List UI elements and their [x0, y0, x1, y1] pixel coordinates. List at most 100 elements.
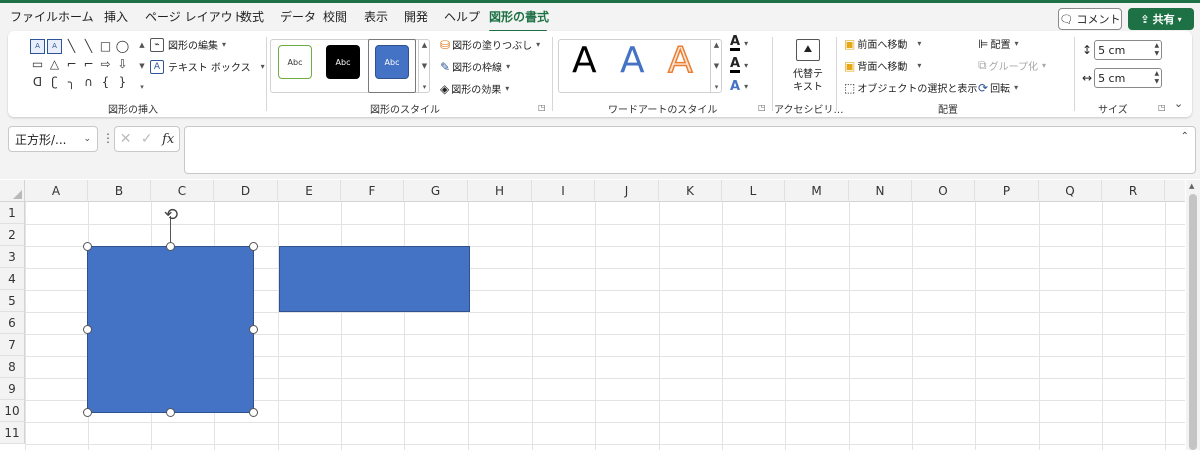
tab-home[interactable]: ホーム: [58, 8, 94, 25]
column-header[interactable]: J: [595, 180, 659, 202]
row-header[interactable]: 3: [0, 246, 25, 268]
tab-page-layout[interactable]: ページ レイアウト: [145, 8, 245, 25]
shape-fill-button[interactable]: ⛁ 図形の塗りつぶし ▾: [440, 37, 540, 53]
freeform-shape-icon[interactable]: ᗡ: [30, 75, 45, 90]
column-header[interactable]: K: [659, 180, 722, 202]
edit-shape-button[interactable]: ⌁ 図形の編集 ▾: [150, 37, 226, 52]
dialog-launcher-icon[interactable]: ◳: [538, 103, 546, 112]
shape-effects-button[interactable]: ◈ 図形の効果 ▾: [440, 81, 509, 97]
square-shape-selected[interactable]: [87, 246, 254, 413]
row-header[interactable]: 1: [0, 202, 25, 224]
name-box[interactable]: 正方形/... ⌄: [8, 126, 98, 152]
line-shape-icon[interactable]: ╲: [81, 39, 96, 54]
line-shape-icon[interactable]: ╲: [64, 39, 79, 54]
rectangle-shape-icon[interactable]: □: [98, 39, 113, 54]
tab-file[interactable]: ファイル: [10, 8, 58, 25]
select-all-corner[interactable]: [0, 180, 25, 202]
insert-function-icon[interactable]: fx: [162, 132, 174, 147]
spin-buttons-icon[interactable]: ▲ ▼: [1154, 70, 1159, 86]
selection-pane-button[interactable]: ⬚ オブジェクトの選択と表示: [844, 80, 977, 96]
wordart-style-orange[interactable]: A: [667, 40, 693, 82]
connector-shape-icon[interactable]: ⌐: [81, 57, 96, 72]
row-header[interactable]: 2: [0, 224, 25, 246]
tab-data[interactable]: データ: [280, 8, 316, 25]
comment-button[interactable]: 🗨 コメント: [1058, 8, 1122, 30]
rotate-button[interactable]: ⟳ 回転 ▾: [978, 80, 1018, 96]
shape-width-input[interactable]: 5 cm ▲ ▼: [1094, 68, 1163, 88]
enter-icon[interactable]: ✓: [141, 131, 153, 147]
tab-review[interactable]: 校閲: [323, 8, 347, 25]
wordart-gallery-scroll[interactable]: ▲ ▼ ▾: [710, 39, 722, 93]
triangle-shape-icon[interactable]: △: [47, 57, 62, 72]
dialog-launcher-icon[interactable]: ◳: [758, 103, 766, 112]
shape-height-input[interactable]: 5 cm ▲ ▼: [1094, 40, 1163, 60]
chevron-down-icon[interactable]: ⌄: [83, 134, 91, 144]
rotation-handle-icon[interactable]: ⟲: [161, 205, 181, 225]
collapse-ribbon-icon[interactable]: ⌄: [1174, 97, 1183, 110]
resize-handle[interactable]: [249, 408, 258, 417]
cancel-icon[interactable]: ✕: [120, 131, 132, 147]
wordart-style-plain[interactable]: A: [572, 41, 597, 81]
column-header[interactable]: F: [341, 180, 404, 202]
group-button[interactable]: ⧉ グループ化 ▾: [978, 58, 1046, 73]
curve-shape-icon[interactable]: ∩: [81, 75, 96, 90]
rectangle-shape[interactable]: [279, 246, 470, 312]
more-options-icon[interactable]: ⋮: [102, 131, 114, 145]
wordart-style-blue[interactable]: A: [620, 41, 645, 81]
text-effects-button[interactable]: A ▾: [730, 79, 748, 94]
column-header[interactable]: O: [912, 180, 975, 202]
resize-handle[interactable]: [249, 242, 258, 251]
shape-gallery[interactable]: A A ╲ ╲ □ ◯ ▭ △ ⌐ ⌐ ⇨ ⇩ ᗡ ʗ ╮ ∩ { }: [30, 39, 134, 95]
column-header[interactable]: D: [214, 180, 278, 202]
column-header[interactable]: M: [785, 180, 849, 202]
down-arrow-shape-icon[interactable]: ⇩: [115, 57, 130, 72]
shape-gallery-scroll[interactable]: ▲ ▼ ▾: [136, 39, 148, 93]
shape-style-tile[interactable]: Abc: [278, 45, 312, 79]
resize-handle[interactable]: [249, 325, 258, 334]
bring-forward-button[interactable]: ▣ 前面へ移動 ▾: [844, 36, 921, 52]
resize-handle[interactable]: [83, 325, 92, 334]
column-header[interactable]: P: [975, 180, 1039, 202]
column-header[interactable]: B: [88, 180, 151, 202]
text-fill-button[interactable]: A ▾: [730, 35, 748, 51]
tab-help[interactable]: ヘルプ: [444, 8, 480, 25]
column-header[interactable]: Q: [1039, 180, 1102, 202]
row-header[interactable]: 5: [0, 290, 25, 312]
column-header[interactable]: R: [1102, 180, 1165, 202]
tab-shape-format[interactable]: 図形の書式: [489, 8, 549, 25]
column-header[interactable]: H: [468, 180, 532, 202]
shape-style-tile[interactable]: Abc: [326, 45, 360, 79]
dialog-launcher-icon[interactable]: ◳: [1158, 103, 1166, 112]
scroll-up-icon[interactable]: ▲: [1189, 182, 1194, 190]
tab-insert[interactable]: 挿入: [104, 8, 128, 25]
shape-style-tile-selected[interactable]: Abc: [375, 45, 409, 79]
scribble-shape-icon[interactable]: ʗ: [47, 75, 62, 90]
column-header[interactable]: C: [151, 180, 214, 202]
brace-shape-icon[interactable]: {: [98, 75, 113, 90]
column-header[interactable]: G: [404, 180, 468, 202]
resize-handle[interactable]: [166, 242, 175, 251]
connector-shape-icon[interactable]: ⌐: [64, 57, 79, 72]
rectangle-shape-icon[interactable]: ▭: [30, 57, 45, 72]
send-backward-button[interactable]: ▣ 背面へ移動 ▾: [844, 58, 921, 74]
column-header[interactable]: A: [25, 180, 88, 202]
tab-developer[interactable]: 開発: [404, 8, 428, 25]
resize-handle[interactable]: [83, 242, 92, 251]
right-arrow-shape-icon[interactable]: ⇨: [98, 57, 113, 72]
vertical-text-box-shape-icon[interactable]: A: [47, 39, 62, 54]
style-gallery-scroll[interactable]: ▲ ▼ ▾: [418, 39, 430, 93]
text-box-button[interactable]: A テキスト ボックス ▾: [150, 59, 265, 74]
tab-view[interactable]: 表示: [364, 8, 388, 25]
row-header[interactable]: 4: [0, 268, 25, 290]
column-header[interactable]: E: [278, 180, 341, 202]
text-outline-button[interactable]: A ▾: [730, 57, 748, 73]
share-button[interactable]: ⇪ 共有 ▾: [1128, 8, 1194, 30]
row-header[interactable]: 10: [0, 400, 25, 422]
column-header[interactable]: N: [849, 180, 912, 202]
shape-outline-button[interactable]: ✎ 図形の枠線 ▾: [440, 59, 510, 75]
spin-buttons-icon[interactable]: ▲ ▼: [1154, 42, 1159, 58]
row-header[interactable]: 9: [0, 378, 25, 400]
vertical-scrollbar[interactable]: ▲: [1186, 180, 1200, 450]
tab-formulas[interactable]: 数式: [240, 8, 264, 25]
resize-handle[interactable]: [166, 408, 175, 417]
